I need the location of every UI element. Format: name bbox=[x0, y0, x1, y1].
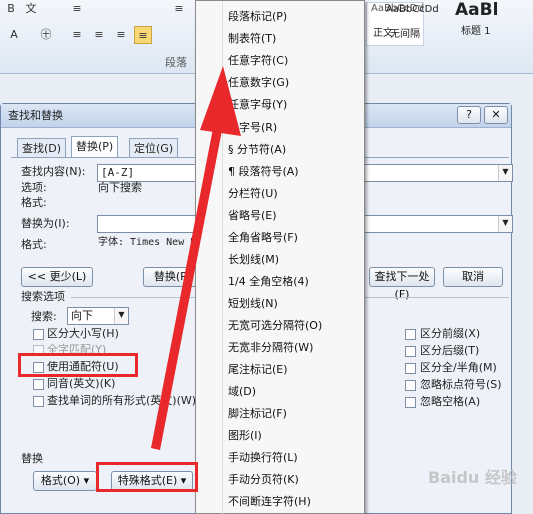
watermark: Baidu 经验 bbox=[428, 468, 517, 487]
arrow-shaft bbox=[151, 118, 224, 450]
red-arrow bbox=[151, 66, 241, 450]
arrow-head bbox=[200, 66, 241, 136]
